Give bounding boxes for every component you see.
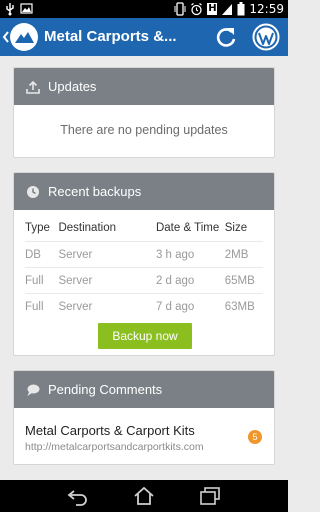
backup-now-button[interactable]: Backup now <box>98 323 192 349</box>
backups-table: Type Destination Date & Time Size DB Ser… <box>14 214 274 320</box>
table-row[interactable]: DB Server 3 h ago 2MB <box>25 242 263 268</box>
cell-date: 3 h ago <box>155 248 195 261</box>
cell-type: DB <box>25 248 41 261</box>
comments-title: Pending Comments <box>48 382 163 397</box>
clock-icon <box>27 185 39 198</box>
recent-backups-card: Recent backups Type Destination Date & T… <box>13 172 275 356</box>
updates-title: Updates <box>48 79 97 94</box>
home-icon[interactable] <box>132 486 156 506</box>
back-icon[interactable] <box>66 486 90 506</box>
cell-size: 65MB <box>224 274 255 287</box>
signal-icon <box>222 3 233 15</box>
cell-size: 2MB <box>224 248 249 261</box>
battery-icon <box>237 2 245 16</box>
pending-comments-card: Pending Comments Metal Carports & Carpor… <box>13 370 275 465</box>
status-bar: H 12:59 <box>0 0 288 18</box>
refresh-icon[interactable] <box>212 23 240 51</box>
table-header-row: Type Destination Date & Time Size <box>25 214 263 242</box>
cell-destination: Server <box>58 248 93 261</box>
cell-destination: Server <box>58 274 93 287</box>
column-header-date: Date & Time <box>155 221 220 234</box>
comments-header[interactable]: Pending Comments <box>14 371 274 408</box>
updates-empty-text: There are no pending updates <box>60 123 228 137</box>
cell-type: Full <box>25 274 44 287</box>
upload-icon <box>26 80 40 94</box>
column-header-type: Type <box>25 221 50 234</box>
backups-header[interactable]: Recent backups <box>14 173 274 210</box>
wordpress-icon[interactable] <box>252 23 280 51</box>
cell-type: Full <box>25 301 44 313</box>
usb-icon <box>6 3 14 16</box>
column-header-size: Size <box>224 221 248 234</box>
cell-date: 7 d ago <box>155 301 195 313</box>
alarm-icon <box>191 2 203 16</box>
updates-card: Updates There are no pending updates <box>13 67 275 158</box>
cell-size: 63MB <box>224 301 255 313</box>
cell-destination: Server <box>58 301 93 313</box>
table-row[interactable]: Full Server 2 d ago 65MB <box>25 268 263 294</box>
image-icon <box>20 3 33 14</box>
mountain-logo-icon[interactable] <box>10 23 38 51</box>
speech-bubble-icon <box>27 384 40 396</box>
recent-apps-icon[interactable] <box>198 486 222 506</box>
app-title: Metal Carports &... <box>44 28 177 45</box>
updates-header[interactable]: Updates <box>14 68 274 105</box>
comment-site-url[interactable]: http://metalcarportsandcarportkits.com <box>25 441 204 453</box>
navigation-bar <box>0 480 288 512</box>
vibrate-icon <box>174 2 186 16</box>
comment-site-name[interactable]: Metal Carports & Carport Kits <box>25 423 195 438</box>
table-row[interactable]: Full Server 7 d ago 63MB <box>25 294 263 320</box>
pending-count-badge: 5 <box>248 430 262 444</box>
back-chevron-icon[interactable] <box>2 28 10 46</box>
action-bar: Metal Carports &... <box>0 18 288 56</box>
cell-date: 2 d ago <box>155 274 195 287</box>
backups-title: Recent backups <box>48 184 142 199</box>
clock: 12:59 <box>249 2 284 16</box>
network-type-badge: H <box>207 3 218 15</box>
column-header-destination: Destination <box>58 221 116 234</box>
